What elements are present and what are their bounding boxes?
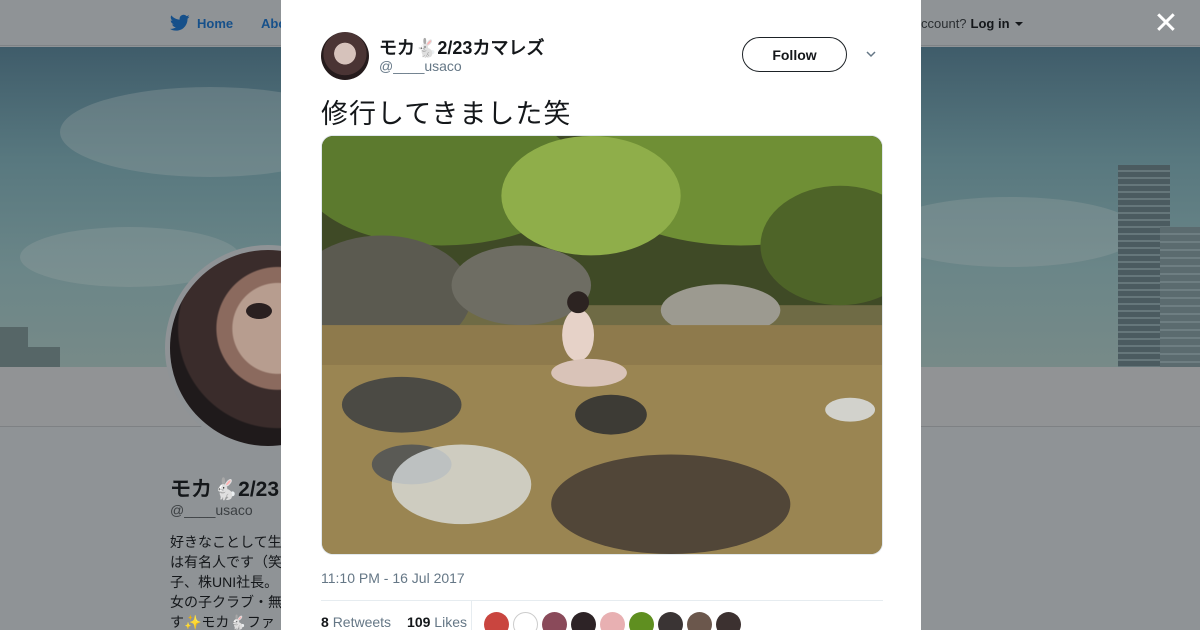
likers-avatars: [484, 612, 741, 630]
profile-bio: 好きなことして生は有名人です（笑子、株UNI社長。女の子クラブ・無す✨モカ🐇ファ: [170, 534, 282, 630]
liker-avatar[interactable]: [600, 612, 625, 630]
likes-label: Likes: [434, 614, 467, 630]
liker-avatar[interactable]: [513, 612, 538, 630]
close-icon[interactable]: ✕: [1153, 9, 1179, 39]
account-prompt-text: ccount?: [921, 16, 967, 31]
tweet-author-name[interactable]: モカ🐇2/23カマレズ: [379, 34, 544, 60]
likes-count: 109: [407, 614, 431, 630]
tweet-author-handle[interactable]: @____usaco: [379, 58, 462, 74]
retweets-label: Retweets: [332, 614, 392, 630]
liker-avatar[interactable]: [658, 612, 683, 630]
twitter-bird-icon: [170, 14, 190, 31]
liker-avatar[interactable]: [571, 612, 596, 630]
tweet-text: 修行してきました笑: [321, 99, 572, 129]
liker-avatar[interactable]: [687, 612, 712, 630]
account-prompt: ccount? Log in: [921, 16, 1023, 31]
caret-down-icon: [1014, 21, 1023, 26]
tweet-stats: 8 Retweets 109 Likes: [321, 614, 467, 630]
avatar-eye: [246, 303, 272, 319]
tweet-timestamp[interactable]: 11:10 PM - 16 Jul 2017: [321, 570, 465, 586]
liker-avatar[interactable]: [542, 612, 567, 630]
chevron-down-icon[interactable]: [866, 49, 876, 59]
retweets-count: 8: [321, 614, 329, 630]
stats-separator: [471, 601, 472, 630]
profile-name: モカ🐇2/23: [170, 478, 280, 501]
tweet-modal: モカ🐇2/23カマレズ @____usaco Follow 修行してきました笑: [281, 0, 921, 630]
tweet-author-avatar[interactable]: [321, 32, 369, 80]
login-link[interactable]: Log in: [971, 16, 1010, 31]
likes-stat[interactable]: 109 Likes: [407, 614, 467, 630]
follow-button[interactable]: Follow: [742, 37, 847, 72]
liker-avatar[interactable]: [484, 612, 509, 630]
retweets-stat[interactable]: 8 Retweets: [321, 614, 391, 630]
nav-home-link[interactable]: Home: [170, 13, 233, 33]
nav-home-label: Home: [197, 15, 234, 31]
tweet-photo[interactable]: [321, 135, 883, 555]
profile-handle: @____usaco: [170, 502, 253, 518]
liker-avatar[interactable]: [629, 612, 654, 630]
liker-avatar[interactable]: [716, 612, 741, 630]
stats-divider: [321, 600, 883, 601]
